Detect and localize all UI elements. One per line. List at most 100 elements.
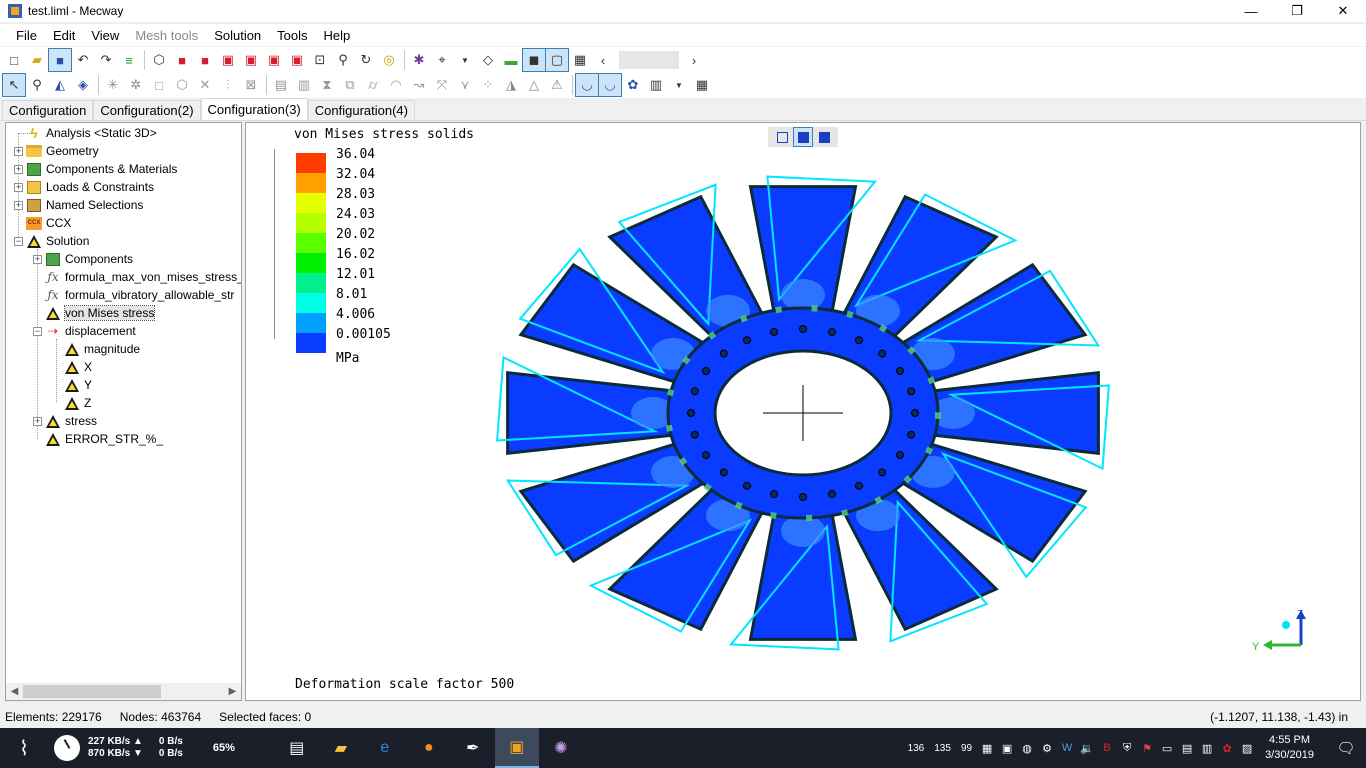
tray-app-icon[interactable]: ⚑ [1137, 728, 1157, 768]
collapse-displacement[interactable]: − [33, 327, 42, 336]
explode-icon[interactable]: ✳ [102, 74, 124, 96]
refine-icon[interactable]: ⋎ [454, 74, 476, 96]
expand-components-materials[interactable]: + [14, 165, 23, 174]
tray-app-icon[interactable]: ▣ [997, 728, 1017, 768]
tree-item-displacement[interactable]: ⇢ displacement [45, 322, 136, 340]
tray-app-icon[interactable]: B [1097, 728, 1117, 768]
mirror-icon[interactable]: ⧗ [316, 74, 338, 96]
network-icon[interactable]: ▨ [1237, 728, 1257, 768]
view-left-icon[interactable]: ▣ [217, 49, 239, 71]
box-icon[interactable]: □ [148, 74, 170, 96]
tree-item-formula-max-von-mises[interactable]: ƒx formula_max_von_mises_stress_ [45, 268, 241, 286]
tray-app-icon[interactable]: ▥ [1197, 728, 1217, 768]
file-explorer-icon[interactable]: ▰ [319, 728, 363, 768]
solve-icon[interactable]: ≡ [118, 49, 140, 71]
copy-icon[interactable]: ⧉ [339, 74, 361, 96]
tree-item-named-selections[interactable]: Named Selections [26, 196, 143, 214]
close-button[interactable]: ✕ [1320, 0, 1366, 22]
edges-view-icon[interactable]: ▢ [545, 48, 569, 72]
tab-configuration-2[interactable]: Configuration(2) [93, 100, 201, 120]
undo-icon[interactable]: ↶ [72, 49, 94, 71]
display-options-icon[interactable]: ✱ [408, 49, 430, 71]
revolve-icon[interactable]: ▥ [293, 74, 315, 96]
deformed-bowl-icon[interactable]: ◡ [598, 73, 622, 97]
tab-configuration-3[interactable]: Configuration(3) [200, 98, 308, 120]
tree-item-components-materials[interactable]: Components & Materials [26, 160, 177, 178]
expand-components[interactable]: + [33, 255, 42, 264]
tree-horizontal-scrollbar[interactable]: ◀ ▶ [6, 683, 241, 700]
rotate-icon[interactable]: ↻ [355, 49, 377, 71]
dropdown-arrow-icon[interactable]: ▼ [668, 74, 690, 96]
tray-app-icon[interactable]: ⚙ [1037, 728, 1057, 768]
triangle-mesh-icon[interactable]: ◮ [500, 74, 522, 96]
volume-icon[interactable]: 🔉 [1077, 728, 1097, 768]
zoom-icon[interactable]: ⚲ [332, 49, 354, 71]
performance-gauge-icon[interactable] [54, 735, 80, 761]
delete-icon[interactable]: ✕ [194, 74, 216, 96]
table-icon[interactable]: ▦ [691, 74, 713, 96]
scroll-left-arrow-icon[interactable]: ◀ [6, 683, 23, 700]
view-iso-icon[interactable]: ⬡ [148, 49, 170, 71]
contour-bowl-icon[interactable]: ◡ [575, 73, 599, 97]
monitor-icon[interactable]: ▭ [1157, 728, 1177, 768]
tree-item-analysis[interactable]: ϟ Analysis <Static 3D> [26, 124, 156, 142]
3d-viewport[interactable]: von Mises stress solids 36.04 32.04 28.03 2… [245, 122, 1361, 701]
tree-item-solution[interactable]: Solution [26, 232, 89, 250]
save-icon[interactable]: ■ [48, 48, 72, 72]
probe-icon[interactable]: ⌖ [431, 49, 453, 71]
menu-tools[interactable]: Tools [269, 28, 315, 43]
select-arrow-icon[interactable]: ↖ [2, 73, 26, 97]
new-file-icon[interactable]: □ [3, 49, 25, 71]
minimize-button[interactable]: — [1228, 0, 1274, 22]
view-bottom-icon[interactable]: ▣ [286, 49, 308, 71]
tree-item-ccx[interactable]: CCX CCX [26, 214, 71, 232]
view-right-icon[interactable]: ▣ [240, 49, 262, 71]
scroll-left-icon[interactable]: ‹ [592, 49, 614, 71]
tree-item-loads-constraints[interactable]: Loads & Constraints [26, 178, 154, 196]
expand-geometry[interactable]: + [14, 147, 23, 156]
split-icon[interactable]: ⫶ [217, 74, 239, 96]
animate-icon[interactable]: ✿ [622, 74, 644, 96]
tree-item-magnitude[interactable]: magnitude [64, 340, 140, 358]
view-back-icon[interactable]: ■ [194, 49, 216, 71]
notifications-icon[interactable]: 🗨 [1326, 739, 1366, 757]
hide-icon[interactable]: ✲ [125, 74, 147, 96]
tree-item-von-mises-stress[interactable]: von Mises stress [45, 304, 156, 322]
firefox-icon[interactable]: ● [407, 728, 451, 768]
open-folder-icon[interactable]: ▰ [26, 49, 48, 71]
collapse-solution[interactable]: − [14, 237, 23, 246]
inkscape-icon[interactable]: ✒ [451, 728, 495, 768]
join-icon[interactable]: ⁘ [477, 74, 499, 96]
tab-configuration[interactable]: Configuration [2, 100, 94, 120]
expand-loads-constraints[interactable]: + [14, 183, 23, 192]
restore-button[interactable]: ❐ [1274, 0, 1320, 22]
merge-icon[interactable]: ⊠ [240, 74, 262, 96]
surface-icon[interactable]: ▬ [500, 49, 522, 71]
solid-view-icon[interactable]: ◼ [522, 48, 546, 72]
menu-edit[interactable]: Edit [45, 28, 83, 43]
select-node-icon[interactable]: ⚲ [26, 74, 48, 96]
expand-stress[interactable]: + [33, 417, 42, 426]
paint-icon[interactable]: ✺ [539, 728, 583, 768]
menu-file[interactable]: File [8, 28, 45, 43]
film-icon[interactable]: ▥ [645, 74, 667, 96]
dropdown-arrow-icon[interactable]: ▼ [454, 49, 476, 71]
menu-help[interactable]: Help [316, 28, 359, 43]
scroll-right-arrow-icon[interactable]: ▶ [224, 683, 241, 700]
tree-item-stress[interactable]: stress [45, 412, 97, 430]
tray-app-icon[interactable]: ▤ [1177, 728, 1197, 768]
menu-mesh-tools[interactable]: Mesh tools [127, 28, 206, 43]
warning-mesh-icon[interactable]: ⚠ [546, 74, 568, 96]
tree-item-geometry[interactable]: Geometry [26, 142, 99, 160]
scroll-right-icon[interactable]: › [683, 49, 705, 71]
tree-item-y[interactable]: Y [64, 376, 92, 394]
tree-item-x[interactable]: X [64, 358, 92, 376]
task-manager-icon[interactable]: ▤ [275, 728, 319, 768]
select-face-icon[interactable]: ◭ [49, 74, 71, 96]
tab-configuration-4[interactable]: Configuration(4) [307, 100, 415, 120]
menu-solution[interactable]: Solution [206, 28, 269, 43]
scrollbar-thumb[interactable] [23, 685, 161, 698]
view-front-icon[interactable]: ■ [171, 49, 193, 71]
tree-item-error-str[interactable]: ERROR_STR_%_ [45, 430, 163, 448]
shield-icon[interactable]: ⛨ [1117, 728, 1137, 768]
